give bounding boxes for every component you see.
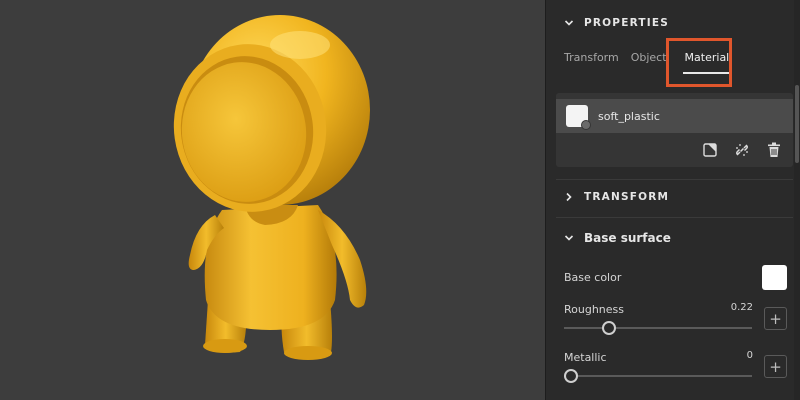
transform-title: TRANSFORM bbox=[584, 191, 670, 203]
metallic-slider-handle[interactable] bbox=[564, 369, 578, 383]
metallic-add-button[interactable]: + bbox=[764, 355, 787, 378]
material-row[interactable]: soft_plastic bbox=[556, 99, 793, 133]
base-color-label: Base color bbox=[564, 271, 622, 284]
character-model bbox=[173, 15, 370, 360]
metallic-label: Metallic bbox=[564, 351, 607, 364]
base-surface-title: Base surface bbox=[584, 231, 671, 245]
chevron-down-icon bbox=[564, 235, 574, 241]
material-actions bbox=[701, 141, 783, 159]
unlink-icon[interactable] bbox=[733, 141, 751, 159]
material-name: soft_plastic bbox=[598, 109, 660, 123]
scrollbar[interactable] bbox=[794, 0, 800, 400]
metallic-value: 0 bbox=[746, 350, 753, 361]
divider bbox=[556, 179, 793, 180]
roughness-value: 0.22 bbox=[730, 302, 753, 313]
3d-viewport[interactable] bbox=[0, 0, 545, 400]
roughness-add-button[interactable]: + bbox=[764, 307, 787, 330]
material-swatch bbox=[566, 105, 591, 130]
properties-title: PROPERTIES bbox=[584, 17, 669, 29]
metallic-slider[interactable] bbox=[564, 375, 752, 377]
scrollbar-thumb[interactable] bbox=[795, 85, 799, 163]
material-badge-icon bbox=[581, 120, 591, 130]
new-material-icon[interactable] bbox=[701, 141, 719, 159]
base-color-swatch[interactable] bbox=[762, 265, 787, 290]
roughness-label: Roughness bbox=[564, 303, 625, 316]
tab-object[interactable]: Object bbox=[631, 51, 667, 68]
chevron-right-icon bbox=[566, 192, 572, 202]
properties-header[interactable]: PROPERTIES bbox=[564, 13, 669, 33]
transform-header[interactable]: TRANSFORM bbox=[564, 187, 669, 207]
trash-icon[interactable] bbox=[765, 141, 783, 159]
base-surface-header[interactable]: Base surface bbox=[564, 228, 671, 248]
roughness-slider-handle[interactable] bbox=[602, 321, 616, 335]
roughness-slider[interactable] bbox=[564, 327, 752, 329]
tab-transform[interactable]: Transform bbox=[564, 51, 619, 68]
material-card: soft_plastic bbox=[556, 93, 793, 167]
properties-panel: PROPERTIES Transform Object Material sof… bbox=[545, 0, 800, 400]
divider bbox=[556, 217, 793, 218]
tab-highlight-box bbox=[666, 38, 732, 87]
chevron-down-icon bbox=[564, 20, 574, 26]
